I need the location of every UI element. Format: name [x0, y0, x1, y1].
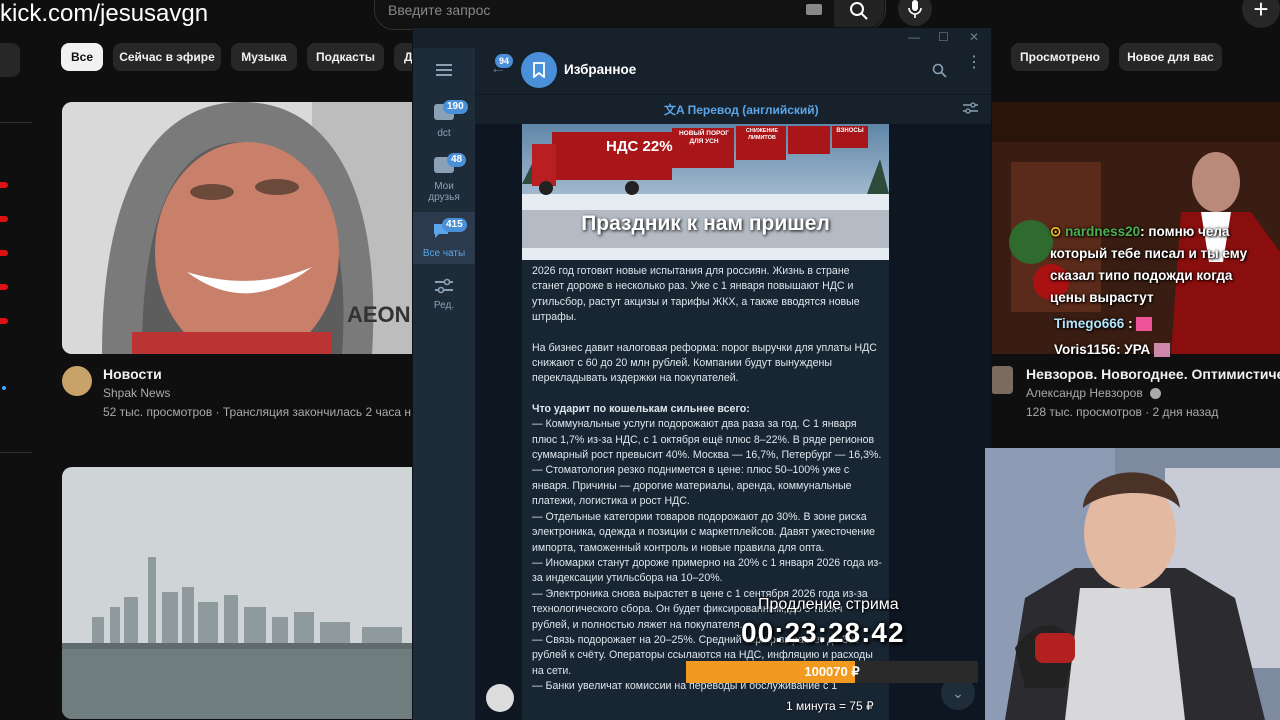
warning-icon: ⊙ [1050, 224, 1066, 239]
chip-live[interactable]: Сейчас в эфире [113, 43, 221, 71]
verified-icon [1150, 388, 1161, 399]
folder-edit[interactable]: Ред. [413, 300, 475, 311]
edit-folders-icon [435, 278, 453, 294]
chat-username: nardness20 [1065, 224, 1141, 239]
search-icon[interactable] [932, 63, 947, 78]
donation-rate: 1 минута = 75 ₽ [786, 699, 874, 713]
chat-message: Voris1156: УРА [1054, 342, 1171, 358]
translate-label: Перевод (английский) [687, 103, 819, 117]
chat-username: Timego666 [1054, 316, 1125, 331]
chat-message: ⊙ nardness20: помню чела [1050, 224, 1230, 239]
banner-truck-label: НОВЫЙ ПОРОГ ДЛЯ УСН [678, 130, 729, 145]
unread-badge: 415 [442, 218, 467, 232]
create-button[interactable]: + [1242, 0, 1280, 28]
chip-all[interactable]: Все [61, 43, 103, 71]
browser-url[interactable]: kick.com/jesusavgn [0, 0, 208, 28]
plus-icon: + [1253, 0, 1269, 24]
donation-amount: 100070 ₽ [804, 664, 860, 679]
mic-icon [908, 0, 922, 18]
chat-text: : [1128, 316, 1133, 331]
folders-sidebar [413, 48, 475, 720]
window-titlebar[interactable] [413, 28, 991, 48]
webcam-feed [985, 448, 1280, 720]
search-input[interactable]: Введите запрос [388, 2, 490, 18]
unread-badge: 190 [443, 100, 468, 114]
video-stats: 128 тыс. просмотров · 2 дня назад [1026, 405, 1219, 419]
banner-headline: Праздник к нам пришел [581, 212, 830, 235]
channel-avatar[interactable] [62, 366, 92, 396]
sidebar-divider [0, 452, 32, 453]
channel-avatar[interactable] [991, 366, 1013, 394]
live-indicator [0, 182, 8, 188]
bookmark-icon [533, 62, 545, 78]
video-title[interactable]: Новости [103, 366, 162, 382]
emote-icon [1154, 343, 1171, 358]
sender-avatar[interactable] [486, 684, 514, 712]
chip-music[interactable]: Музыка [231, 43, 297, 71]
chip-podcasts[interactable]: Подкасты [307, 43, 384, 71]
video-thumbnail[interactable] [62, 467, 422, 719]
banner-truck-label: НДС 22% [606, 138, 673, 155]
channel-name[interactable]: Александр Невзоров [1026, 386, 1143, 400]
back-unread-badge: 94 [495, 54, 514, 68]
menu-button[interactable] [436, 63, 452, 82]
folder-dct[interactable]: dct [413, 128, 475, 139]
more-options-icon[interactable]: ⋮ [966, 55, 982, 71]
chip-new-for-you[interactable]: Новое для вас [1119, 43, 1222, 71]
stream-timer: 00:23:28:42 [741, 617, 905, 648]
search-button[interactable] [834, 0, 884, 28]
streamer-webcam-image [985, 448, 1280, 720]
saved-messages-avatar[interactable] [521, 52, 557, 88]
chat-title[interactable]: Избранное [564, 62, 636, 77]
minimize-button[interactable]: — [908, 30, 920, 44]
chat-username: Voris1156 [1054, 342, 1117, 357]
chat-message: который тебе писал и ты ему [1050, 246, 1248, 261]
message-list-item: — Иномарки станут дороже примерно на 20%… [532, 556, 882, 585]
live-indicator [0, 250, 8, 256]
chat-message: цены вырастут [1050, 290, 1154, 305]
message-paragraph: 2026 год готовит новые испытания для рос… [532, 265, 860, 324]
video-thumbnail[interactable]: AEON [62, 102, 422, 354]
translate-icon: 文A [664, 103, 688, 117]
translate-settings-icon[interactable] [963, 101, 978, 115]
message-paragraph: На бизнес давит налоговая реформа: порог… [532, 341, 877, 385]
thumbnail-image [62, 467, 422, 719]
banner-truck-label: СНИЖЕНИЕ ЛИМИТОВ [745, 128, 779, 141]
video-title[interactable]: Невзоров. Новогоднее. Оптимистическ [1026, 366, 1280, 382]
chat-text: помню чела [1148, 224, 1230, 239]
chat-message: Timego666 : [1054, 316, 1153, 332]
folder-my-friends[interactable]: Мои друзья [424, 181, 464, 203]
banner-truck-label: ВЗНОСЫ [836, 128, 864, 134]
chip-watched[interactable]: Просмотрено [1011, 43, 1109, 71]
live-indicator [0, 318, 8, 324]
message-list-item: — Отдельные категории товаров подорожают… [532, 510, 876, 554]
voice-search-button[interactable] [898, 0, 932, 26]
message-image[interactable]: НДС 22% НОВЫЙ ПОРОГ ДЛЯ УСН СНИЖЕНИЕ ЛИМ… [522, 124, 889, 260]
keyboard-icon[interactable] [806, 4, 822, 15]
chat-text: : УРА [1116, 342, 1151, 357]
maximize-button[interactable]: ☐ [938, 30, 949, 44]
live-indicator [0, 216, 8, 222]
emote-icon [1136, 317, 1153, 332]
message-list-item: — Стоматология резко поднимется в цене: … [532, 464, 852, 508]
new-dot [2, 386, 6, 390]
close-window-button[interactable]: ✕ [969, 30, 979, 44]
message-heading: Что ударит по кошелькам сильнее всего: [532, 402, 750, 415]
unread-badge: 48 [447, 153, 467, 167]
search-icon [850, 2, 868, 20]
thumbnail-overlay-text: AEON [347, 302, 411, 327]
sidebar-stub[interactable] [0, 43, 20, 77]
video-stats: 52 тыс. просмотров · Трансляция закончил… [103, 405, 412, 419]
translate-button[interactable]: 文A Перевод (английский) [664, 101, 819, 118]
chevron-down-icon: ⌄ [952, 684, 964, 701]
live-indicator [0, 284, 8, 290]
channel-name[interactable]: Shpak News [103, 386, 170, 400]
hamburger-icon [436, 64, 452, 76]
stream-extension-title: Продление стрима [758, 596, 899, 613]
sidebar-divider [0, 122, 32, 123]
message-list-item: — Коммунальные услуги подорожают два раз… [532, 418, 882, 462]
chat-message: сказал типо подожди когда [1050, 268, 1233, 283]
folder-all-chats[interactable]: Все чаты [413, 248, 475, 259]
